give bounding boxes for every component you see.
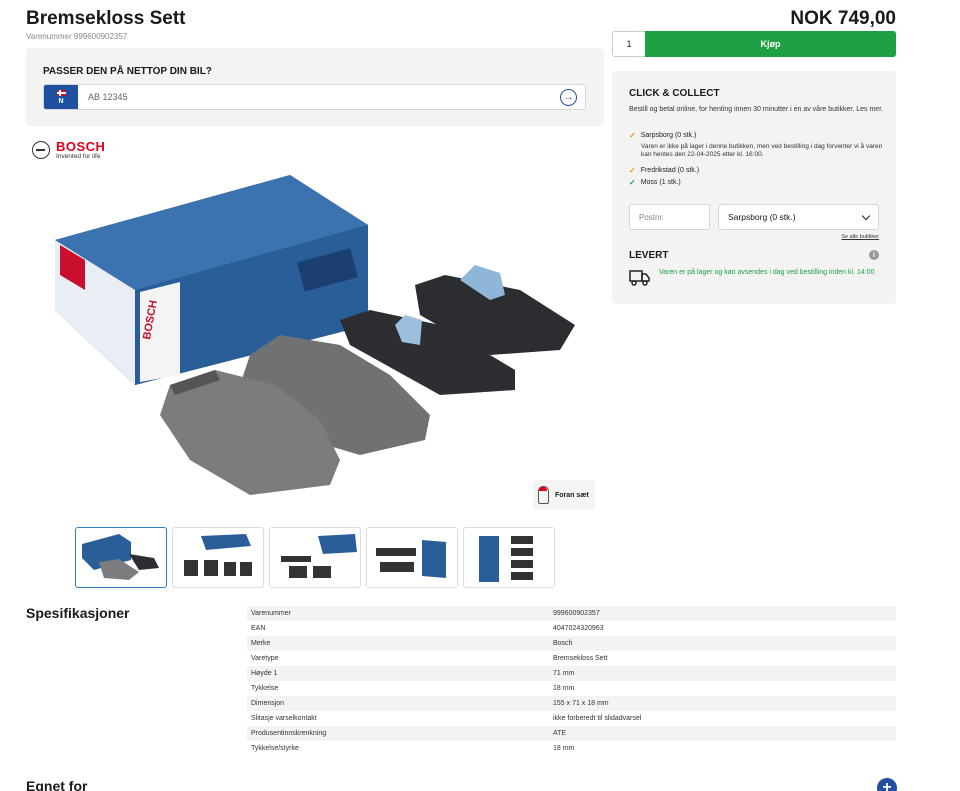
- bosch-armature-icon: [32, 140, 50, 159]
- check-icon: ✓: [629, 178, 636, 187]
- plate-input[interactable]: AB 12345: [78, 92, 560, 102]
- product-image: BOSCH: [55, 175, 575, 495]
- table-row: Tykkelse/styrke 18 mm: [251, 745, 575, 752]
- table-row: Produsentinnskrenkning ATE: [247, 726, 896, 741]
- sku-label: Varenummer 999600902357: [26, 32, 128, 41]
- table-row: Merke Bosch: [247, 636, 896, 651]
- product-title: Bremsekloss Sett: [26, 8, 186, 29]
- click-collect-title: CLICK & COLLECT: [629, 88, 720, 99]
- store-select[interactable]: Sarpsborg (0 stk.): [718, 204, 879, 230]
- thumbnail-4[interactable]: [366, 527, 458, 588]
- table-row: Dimensjon 155 x 71 x 18 mm: [247, 696, 896, 711]
- brand-name: BOSCH: [56, 139, 106, 154]
- product-price: NOK 749,00: [790, 8, 896, 29]
- brand-tagline: Invented for life: [56, 153, 101, 160]
- postcode-input[interactable]: Postnr.: [629, 204, 710, 230]
- quantity-input[interactable]: 1: [612, 31, 645, 57]
- table-row: Tykkelse 18 mm: [251, 685, 575, 692]
- table-row: Varetype Bremsekloss Sett: [251, 655, 608, 662]
- delivery-text: Varen er på lager og kan avsendes i dag …: [659, 269, 875, 276]
- brand-logo: BOSCH Invented for life: [32, 139, 105, 160]
- click-collect-description: Bestill og betal online, for henting inn…: [629, 106, 884, 113]
- plate-search[interactable]: N AB 12345 →: [43, 84, 586, 110]
- availability-panel: CLICK & COLLECT Bestill og betal online,…: [612, 71, 896, 304]
- store-item: ✓ Moss (1 stk.): [629, 178, 681, 187]
- front-badge-label: Foran sæt: [555, 491, 589, 499]
- front-position-badge: Foran sæt: [533, 480, 595, 510]
- car-front-icon: [538, 486, 549, 504]
- delivery-title: LEVERT: [629, 250, 669, 261]
- arrow-right-icon[interactable]: →: [560, 88, 577, 106]
- check-icon: ✓: [629, 166, 636, 175]
- selected-store: Sarpsborg (0 stk.): [728, 212, 796, 222]
- table-row: Slitasje varselkontakt ikke forberedt til…: [251, 715, 642, 722]
- thumbnail-strip: [75, 527, 555, 588]
- thumbnail-2[interactable]: [172, 527, 264, 588]
- car-check-title: PASSER DEN PÅ NETTOP DIN BIL?: [43, 66, 212, 77]
- fits-title: Egnet for: [26, 778, 88, 791]
- store-note: Varen er ikke på lager i denne butikken,…: [641, 143, 883, 158]
- plus-icon[interactable]: +: [877, 778, 897, 791]
- truck-icon: [629, 270, 650, 286]
- specs-table: Varenummer 999600902357 EAN 4047024320963 …: [247, 606, 896, 756]
- chevron-down-icon: [861, 211, 871, 220]
- store-item: ✓ Sarpsborg (0 stk.): [629, 131, 697, 140]
- check-icon: ✓: [629, 131, 636, 140]
- thumbnail-3[interactable]: [269, 527, 361, 588]
- buy-button[interactable]: Kjøp: [645, 31, 896, 57]
- specs-title: Spesifikasjoner: [26, 605, 130, 621]
- car-check-panel: PASSER DEN PÅ NETTOP DIN BIL? N AB 12345…: [26, 48, 604, 126]
- table-row: EAN 4047024320963: [251, 625, 604, 632]
- norway-flag-icon: N: [44, 85, 78, 109]
- info-icon[interactable]: i: [869, 250, 879, 260]
- store-item: ✓ Fredrikstad (0 stk.): [629, 166, 700, 175]
- buy-row: 1 Kjøp: [612, 31, 896, 57]
- thumbnail-1[interactable]: [75, 527, 167, 588]
- thumbnail-5[interactable]: [463, 527, 555, 588]
- see-all-stores-link[interactable]: Se alle butikker: [841, 234, 879, 240]
- table-row: Varenummer 999600902357: [247, 606, 896, 621]
- country-code: N: [58, 97, 64, 105]
- table-row: Høyde 1 71 mm: [247, 666, 896, 681]
